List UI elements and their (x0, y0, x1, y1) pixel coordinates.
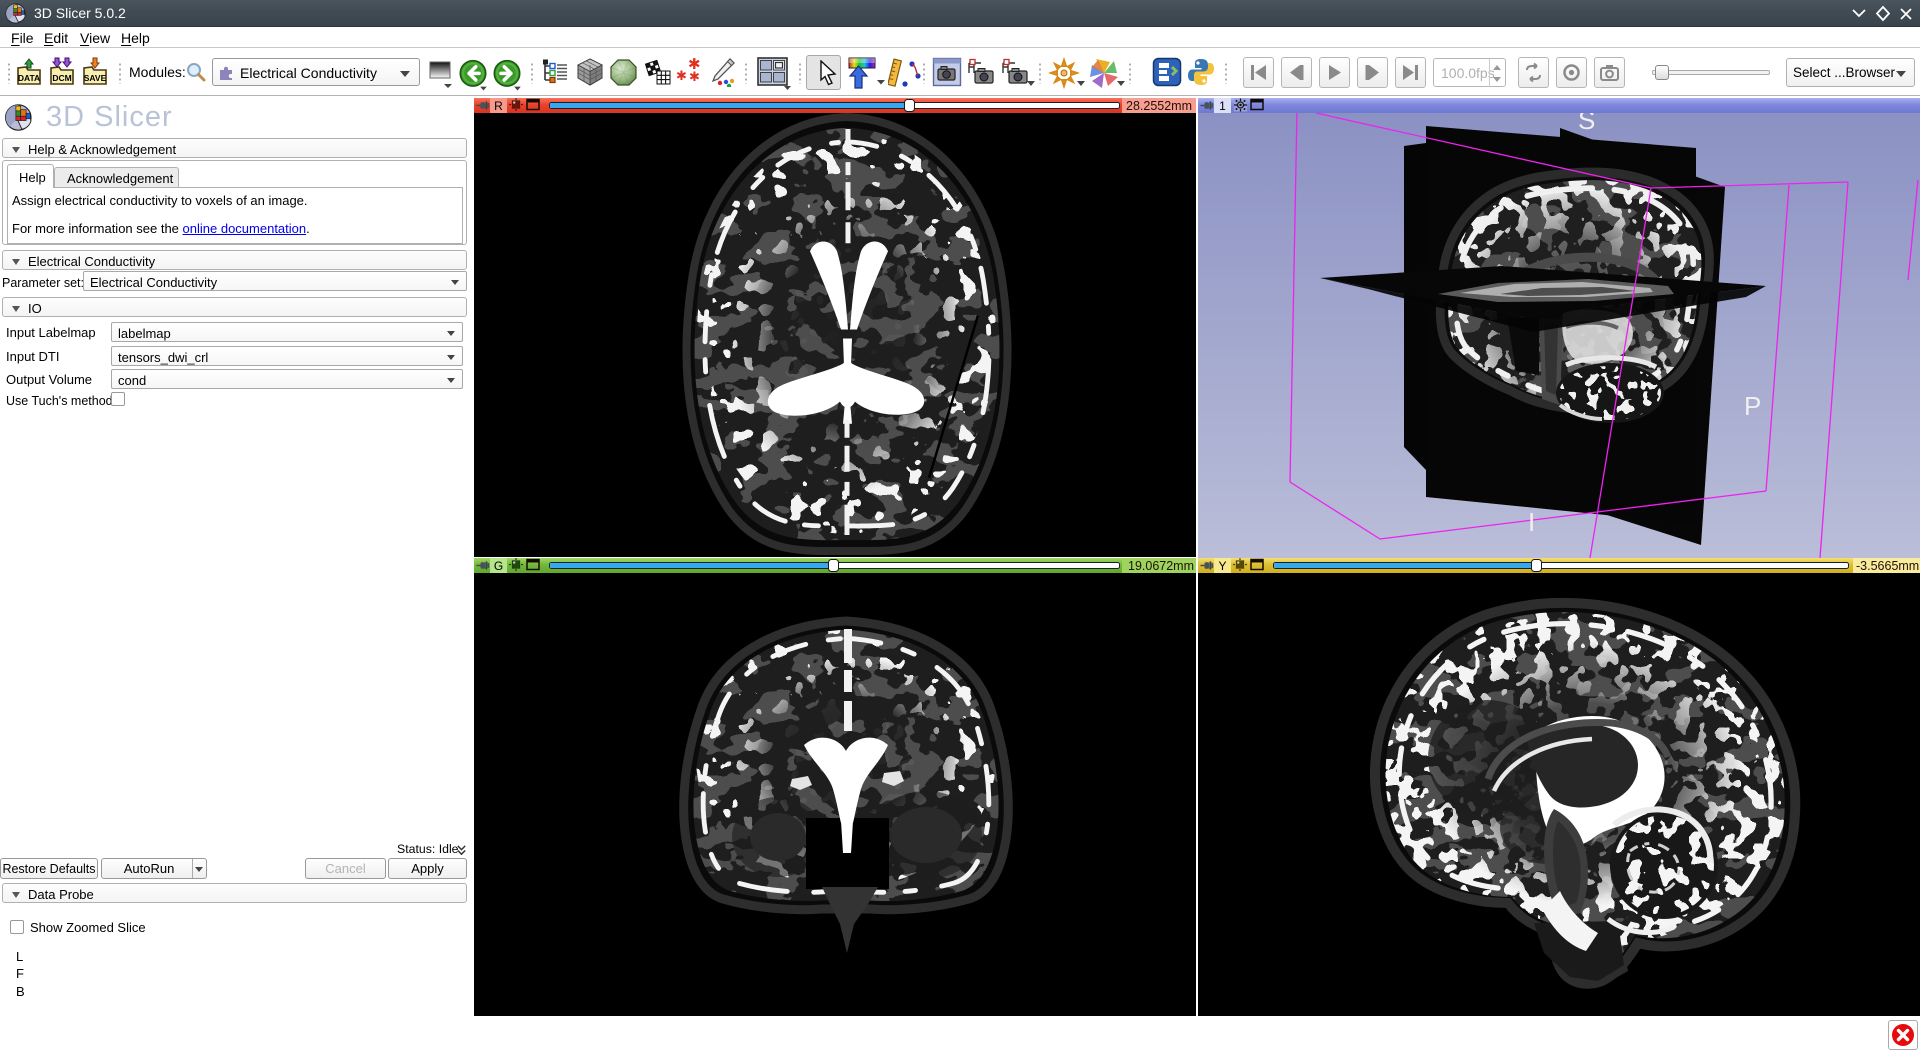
svg-text:DCM: DCM (52, 73, 71, 83)
svg-text:P: P (1744, 391, 1761, 421)
svg-text:SAVE: SAVE (84, 73, 107, 83)
svg-text:DATA: DATA (18, 73, 40, 83)
svg-text:S: S (1578, 113, 1595, 135)
svg-text:I: I (1528, 507, 1535, 537)
